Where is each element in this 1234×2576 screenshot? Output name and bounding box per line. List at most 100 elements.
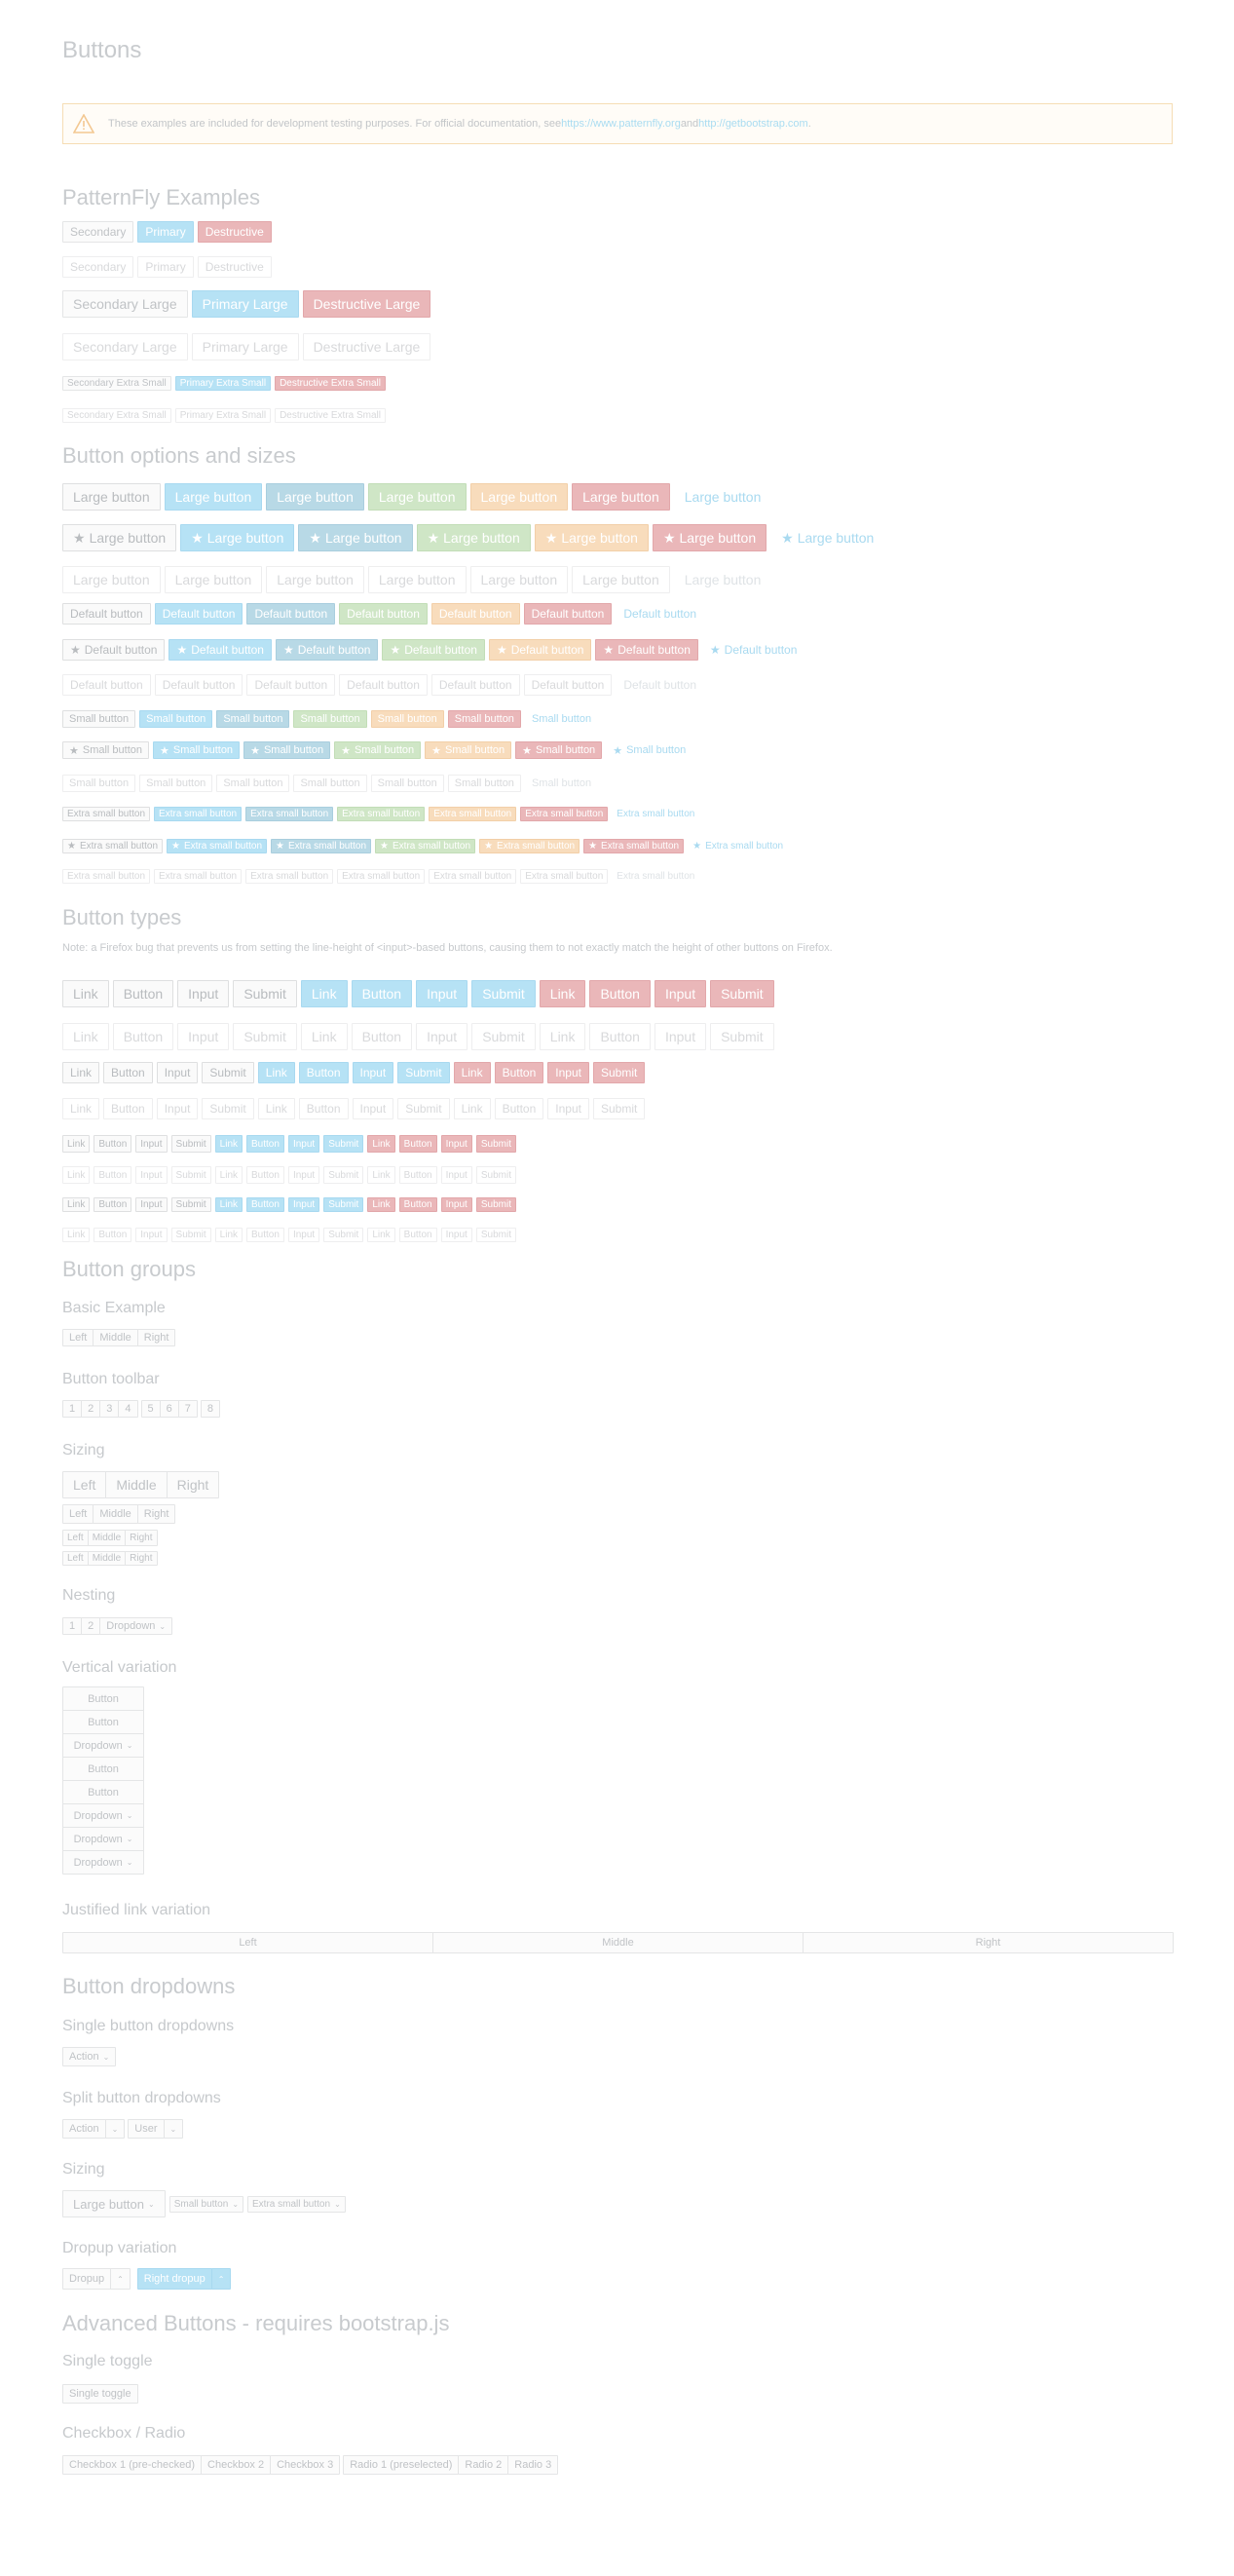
primary-xs-button[interactable]: Primary Extra Small: [174, 376, 272, 391]
secondary-large-button[interactable]: Secondary Large: [62, 290, 188, 318]
primary-small-button[interactable]: Small button: [139, 710, 213, 728]
info-large-button[interactable]: Large button: [266, 483, 364, 511]
default-button-button-disabled[interactable]: Button: [103, 1098, 153, 1119]
middle-button[interactable]: Middle: [93, 1329, 138, 1346]
single-toggle-button[interactable]: Single toggle: [62, 2384, 138, 2404]
success-large-button-disabled[interactable]: Large button: [367, 566, 467, 593]
default-link-button-disabled[interactable]: Link: [62, 1228, 91, 1242]
default-submit-button[interactable]: Submit: [170, 1197, 211, 1212]
danger-button-button-disabled[interactable]: Button: [589, 1023, 651, 1050]
primary-link-button-disabled[interactable]: Link: [257, 1098, 295, 1119]
primary-input-button[interactable]: Input: [287, 1197, 320, 1212]
warning-xsmall-button-disabled[interactable]: Extra small button: [429, 869, 517, 884]
checkbox-1-button[interactable]: Checkbox 1 (pre-checked): [62, 2455, 203, 2475]
success-small-button[interactable]: ★ Small button: [334, 741, 422, 759]
danger-xsmall-button[interactable]: Extra small button: [520, 807, 609, 821]
success-xsmall-button-disabled[interactable]: Extra small button: [337, 869, 426, 884]
default-large-button-disabled[interactable]: Large button: [62, 566, 161, 593]
right-button[interactable]: Right: [125, 1530, 158, 1546]
danger-button-button-disabled[interactable]: Button: [398, 1228, 437, 1242]
right-dropup-button[interactable]: Right dropup: [136, 2268, 212, 2290]
danger-link-button[interactable]: Link: [367, 1135, 395, 1153]
radio-2-button[interactable]: Radio 2: [458, 2455, 509, 2475]
action-toggle[interactable]: ⌄: [104, 2119, 126, 2139]
vertical-button-1[interactable]: Button: [62, 1686, 144, 1711]
info-small-button[interactable]: ★ Small button: [243, 741, 331, 759]
warning-large-button-disabled[interactable]: Large button: [469, 566, 569, 593]
vertical-button-2[interactable]: Button: [62, 1710, 144, 1734]
warning-default-button[interactable]: Default button: [430, 603, 520, 625]
danger-link-button-disabled[interactable]: Link: [453, 1098, 491, 1119]
destructive-xs-button[interactable]: Destructive Extra Small: [275, 376, 386, 391]
danger-submit-button-disabled[interactable]: Submit: [592, 1098, 646, 1119]
default-button-button[interactable]: Button: [93, 1197, 132, 1212]
right-button[interactable]: Right: [166, 1471, 220, 1498]
info-large-button-disabled[interactable]: Large button: [266, 566, 364, 593]
warning-small-button[interactable]: Small button: [370, 710, 444, 728]
warning-small-button-disabled[interactable]: Small button: [370, 775, 444, 792]
left-button[interactable]: Left: [62, 1329, 94, 1346]
default-input-button[interactable]: Input: [135, 1135, 168, 1153]
primary-submit-button[interactable]: Submit: [323, 1135, 364, 1153]
primary-button-button-disabled[interactable]: Button: [246, 1228, 284, 1242]
primary-link-button-disabled[interactable]: Link: [300, 1023, 348, 1050]
warning-xsmall-button[interactable]: Extra small button: [429, 807, 517, 821]
default-small-button[interactable]: Small button: [62, 710, 136, 728]
danger-button-button[interactable]: Button: [494, 1062, 544, 1083]
danger-submit-button-disabled[interactable]: Submit: [710, 1023, 774, 1050]
left-button[interactable]: Left: [62, 1504, 94, 1524]
user-button[interactable]: User: [128, 2119, 165, 2139]
xsmall-dropdown-button[interactable]: Extra small button ⌄: [247, 2195, 346, 2213]
primary-small-button[interactable]: ★ Small button: [153, 741, 241, 759]
danger-default-button-disabled[interactable]: Default button: [523, 674, 613, 696]
primary-xsmall-button-disabled[interactable]: Extra small button: [154, 869, 243, 884]
danger-large-button[interactable]: ★ Large button: [652, 524, 767, 551]
primary-default-button-disabled[interactable]: Default button: [154, 674, 243, 696]
success-default-button[interactable]: Default button: [339, 603, 428, 625]
danger-button-button-disabled[interactable]: Button: [398, 1166, 437, 1184]
primary-button-button[interactable]: Button: [246, 1197, 284, 1212]
link-large-button[interactable]: Large button: [674, 483, 772, 511]
action-button[interactable]: Action: [62, 2119, 106, 2139]
toolbar-button-2[interactable]: 2: [81, 1400, 101, 1418]
dropup-button[interactable]: Dropup: [62, 2268, 112, 2290]
primary-link-button[interactable]: Link: [300, 980, 348, 1007]
success-small-button-disabled[interactable]: Small button: [293, 775, 367, 792]
nested-dropdown-button[interactable]: Dropdown ⌄: [99, 1617, 173, 1635]
danger-submit-button-disabled[interactable]: Submit: [475, 1166, 516, 1184]
default-submit-button[interactable]: Submit: [202, 1062, 254, 1083]
link-large-button-disabled[interactable]: Large button: [673, 566, 772, 593]
default-xsmall-button[interactable]: Extra small button: [62, 807, 151, 821]
danger-input-button[interactable]: Input: [654, 980, 707, 1007]
primary-large-button[interactable]: Large button: [164, 483, 263, 511]
danger-link-button[interactable]: Link: [539, 980, 586, 1007]
primary-input-button-disabled[interactable]: Input: [287, 1166, 320, 1184]
danger-submit-button[interactable]: Submit: [710, 980, 774, 1007]
primary-link-button-disabled[interactable]: Link: [214, 1166, 243, 1184]
secondary-xs-button[interactable]: Secondary Extra Small: [62, 376, 171, 391]
checkbox-2-button[interactable]: Checkbox 2: [201, 2455, 272, 2475]
danger-input-button[interactable]: Input: [440, 1197, 472, 1212]
primary-button[interactable]: Primary: [137, 221, 194, 243]
link-xsmall-button-disabled[interactable]: Extra small button: [612, 869, 700, 884]
primary-input-button-disabled[interactable]: Input: [287, 1228, 320, 1242]
link-default-button[interactable]: Default button: [616, 603, 704, 625]
default-default-button[interactable]: Default button: [62, 603, 151, 625]
danger-xsmall-button[interactable]: ★ Extra small button: [583, 839, 685, 853]
large-dropdown-button[interactable]: Large button ⌄: [62, 2190, 166, 2217]
primary-link-button[interactable]: Link: [214, 1197, 243, 1212]
success-large-button[interactable]: ★ Large button: [416, 524, 531, 551]
primary-xsmall-button[interactable]: Extra small button: [154, 807, 243, 821]
link-small-button[interactable]: Small button: [525, 710, 598, 728]
default-input-button[interactable]: Input: [156, 1062, 199, 1083]
primary-input-button-disabled[interactable]: Input: [352, 1098, 394, 1119]
default-button-button-disabled[interactable]: Button: [93, 1228, 132, 1242]
primary-button-button-disabled[interactable]: Button: [298, 1098, 349, 1119]
warning-large-button[interactable]: Large button: [469, 483, 569, 511]
toolbar-button-8[interactable]: 8: [200, 1400, 220, 1418]
default-submit-button-disabled[interactable]: Submit: [233, 1023, 297, 1050]
nested-button-1[interactable]: 1: [62, 1617, 83, 1635]
danger-button-button[interactable]: Button: [589, 980, 651, 1007]
justified-left-link[interactable]: Left: [62, 1932, 433, 1953]
success-small-button[interactable]: Small button: [293, 710, 367, 728]
